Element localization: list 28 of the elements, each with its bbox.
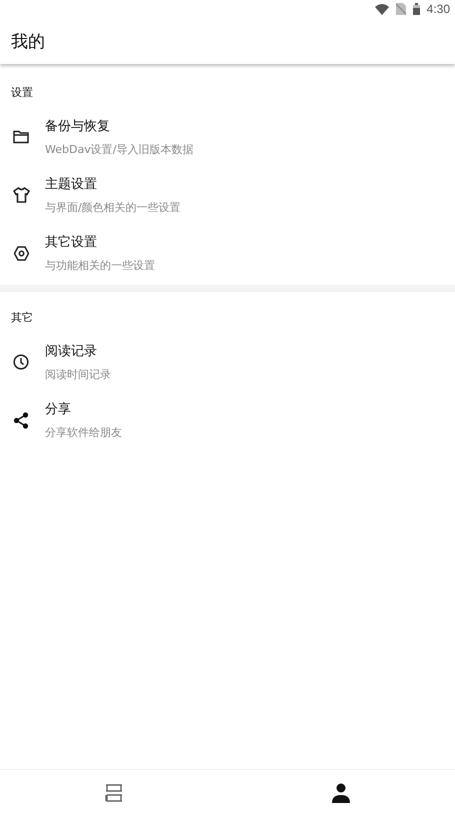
battery-icon <box>412 3 420 15</box>
item-title: 阅读记录 <box>45 343 98 360</box>
shirt-icon <box>12 187 30 203</box>
settings-item[interactable]: 阅读记录 阅读时间记录 <box>0 333 455 391</box>
item-subtitle: 分享软件给朋友 <box>45 425 122 440</box>
settings-icon <box>14 246 28 260</box>
item-title: 备份与恢复 <box>45 118 111 135</box>
settings-item[interactable]: 其它设置 与功能相关的一些设置 <box>0 224 455 282</box>
share-icon <box>13 412 29 428</box>
status-time: 4:30 <box>426 2 450 16</box>
item-title: 其它设置 <box>45 234 98 251</box>
item-title: 主题设置 <box>45 176 98 193</box>
page-title: 我的 <box>11 30 45 52</box>
settings-item[interactable]: 备份与恢复 WebDav设置/导入旧版本数据 <box>0 108 455 166</box>
item-subtitle: 与界面/颜色相关的一些设置 <box>45 200 181 215</box>
no-sim-icon <box>396 3 406 15</box>
item-title: 分享 <box>45 401 72 418</box>
item-subtitle: 阅读时间记录 <box>45 367 111 382</box>
clock-icon <box>13 354 29 370</box>
section-header: 其它 <box>10 310 34 326</box>
settings-item[interactable]: 分享 分享软件给朋友 <box>0 391 455 449</box>
folder-icon <box>13 130 29 144</box>
item-subtitle: 与功能相关的一些设置 <box>45 258 155 273</box>
section-header: 设置 <box>10 85 34 101</box>
person-icon <box>331 782 352 802</box>
wifi-icon <box>374 4 389 14</box>
settings-item[interactable]: 主题设置 与界面/颜色相关的一些设置 <box>0 166 455 224</box>
item-subtitle: WebDav设置/导入旧版本数据 <box>45 142 194 157</box>
